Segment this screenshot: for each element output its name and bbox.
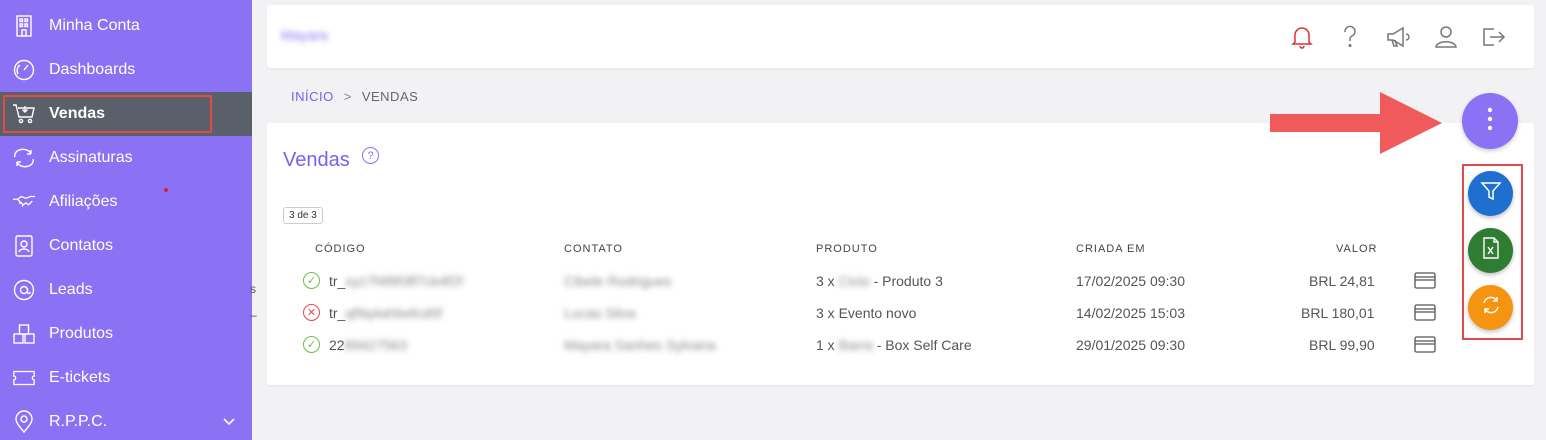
breadcrumb-current: VENDAS [361, 89, 419, 104]
sidebar: Minha Conta Dashboards Vendas Assinatura… [0, 0, 252, 440]
product: 3 x Evento novo [816, 305, 916, 321]
created-date: 14/02/2025 15:03 [1076, 305, 1185, 321]
sidebar-item-leads[interactable]: Leads [0, 268, 252, 312]
sale-code-rest: 89427563 [344, 337, 407, 353]
bell-icon[interactable] [1289, 24, 1315, 50]
refresh-icon [12, 146, 36, 170]
filter-button[interactable] [1468, 171, 1513, 216]
handshake-icon [12, 190, 36, 214]
user-icon[interactable] [1433, 24, 1459, 50]
gauge-icon [12, 58, 36, 82]
status-success-icon: ✓ [303, 272, 320, 289]
top-bar: Mayara [267, 5, 1534, 68]
product-pre: 3 x [816, 273, 835, 289]
notification-dot [164, 188, 168, 192]
column-header-valor[interactable]: VALOR [1336, 243, 1377, 255]
more-options-button[interactable] [1462, 93, 1518, 149]
column-header-criada-em[interactable]: CRIADA EM [1076, 243, 1146, 255]
sidebar-item-label: Produtos [49, 325, 114, 342]
refresh-icon [1480, 294, 1502, 321]
chevron-down-icon[interactable] [222, 414, 236, 432]
sale-value: BRL 24,81 [1309, 273, 1375, 289]
product-post: - Produto 3 [873, 273, 943, 289]
credit-card-icon[interactable] [1414, 304, 1436, 326]
sale-code[interactable]: tr_xyz7f4f8f3ff7cb4f2f [329, 273, 463, 289]
sales-card: Vendas ? 3 de 3 CÓDIGO CONTATO PRODUTO C… [267, 123, 1534, 385]
column-header-contato[interactable]: CONTATO [564, 243, 623, 255]
sale-code-rest: xyz7f4f8f3ff7cb4f2f [345, 273, 463, 289]
sale-code-prefix: 22 [329, 337, 345, 353]
contact-card-icon [12, 234, 36, 258]
sidebar-item-rppc[interactable]: R.P.P.C. [0, 400, 252, 440]
sale-code-prefix: tr_ [329, 273, 346, 289]
sidebar-item-label: Dashboards [49, 61, 136, 78]
filter-icon [1479, 180, 1502, 207]
sale-code-prefix: tr_ [329, 305, 346, 321]
breadcrumb-home-link[interactable]: INÍCIO [291, 89, 334, 104]
created-date: 17/02/2025 09:30 [1076, 273, 1185, 289]
brand-name: Mayara [281, 27, 328, 43]
sidebar-item-produtos[interactable]: Produtos [0, 312, 252, 356]
sidebar-item-label: Leads [49, 281, 93, 298]
column-header-codigo[interactable]: CÓDIGO [315, 243, 366, 255]
contact-name: Lucas Silva [564, 305, 636, 321]
table-row[interactable]: ✓ tr_xyz7f4f8f3ff7cb4f2f Cibele Rodrigue… [267, 266, 1534, 298]
sidebar-item-label: R.P.P.C. [49, 413, 108, 430]
sidebar-item-label: Contatos [49, 237, 114, 254]
help-icon[interactable] [1337, 24, 1363, 50]
sidebar-item-label: Minha Conta [49, 17, 140, 34]
building-icon [12, 14, 36, 38]
status-error-icon: ✕ [303, 304, 320, 321]
credit-card-icon[interactable] [1414, 336, 1436, 358]
sidebar-item-label: E-tickets [49, 369, 111, 386]
column-header-produto[interactable]: PRODUTO [816, 243, 878, 255]
logout-icon[interactable] [1481, 24, 1507, 50]
table-row[interactable]: ✕ tr_qf9q4ahbefcd0f Lucas Silva 3 x Even… [267, 298, 1534, 330]
help-circle-icon[interactable]: ? [362, 147, 379, 164]
sidebar-item-afiliacoes[interactable]: Afiliações [0, 180, 252, 224]
at-icon [12, 278, 36, 302]
sale-value: BRL 99,90 [1309, 337, 1375, 353]
highlight-box [3, 95, 212, 133]
sidebar-item-assinaturas[interactable]: Assinaturas [0, 136, 252, 180]
product-pre: 3 x Evento novo [816, 305, 917, 321]
sidebar-item-minha-conta[interactable]: Minha Conta [0, 4, 252, 48]
page-title: Vendas [283, 149, 350, 171]
excel-file-icon [1482, 237, 1500, 264]
breadcrumb-separator: > [343, 89, 352, 104]
product: 1 x Barra - Box Self Care [816, 337, 972, 353]
contact-name: Mayara Sanhes Sylvana [564, 337, 716, 353]
sale-code[interactable]: 2289427563 [329, 337, 407, 353]
annotation-arrow [1270, 92, 1442, 154]
breadcrumb: INÍCIO > VENDAS [291, 89, 418, 104]
sidebar-item-etickets[interactable]: E-tickets [0, 356, 252, 400]
product-pre: 1 x [816, 337, 835, 353]
count-badge: 3 de 3 [283, 207, 323, 224]
background-fragment: – [250, 308, 257, 322]
sale-code-rest: qf9q4ahbefcd0f [345, 305, 442, 321]
contact-name: Cibele Rodrigues [564, 273, 672, 289]
sidebar-item-dashboards[interactable]: Dashboards [0, 48, 252, 92]
more-vertical-icon [1487, 106, 1493, 137]
map-pin-icon [12, 410, 36, 434]
table-row[interactable]: ✓ 2289427563 Mayara Sanhes Sylvana 1 x B… [267, 330, 1534, 362]
sale-code[interactable]: tr_qf9q4ahbefcd0f [329, 305, 442, 321]
product: 3 x Ciclo - Produto 3 [816, 273, 943, 289]
boxes-icon [12, 322, 36, 346]
sidebar-item-label: Afiliações [49, 193, 118, 210]
sidebar-item-contatos[interactable]: Contatos [0, 224, 252, 268]
product-blur: Barra [838, 337, 873, 353]
ticket-icon [12, 366, 36, 390]
megaphone-icon[interactable] [1385, 24, 1411, 50]
product-blur: Ciclo [838, 273, 870, 289]
sidebar-item-label: Assinaturas [49, 149, 133, 166]
created-date: 29/01/2025 09:30 [1076, 337, 1185, 353]
refresh-button[interactable] [1468, 285, 1513, 330]
credit-card-icon[interactable] [1414, 272, 1436, 294]
sale-value: BRL 180,01 [1301, 305, 1375, 321]
background-fragment: s [250, 282, 256, 296]
product-post: - Box Self Care [876, 337, 972, 353]
status-success-icon: ✓ [303, 336, 320, 353]
export-excel-button[interactable] [1468, 228, 1513, 273]
